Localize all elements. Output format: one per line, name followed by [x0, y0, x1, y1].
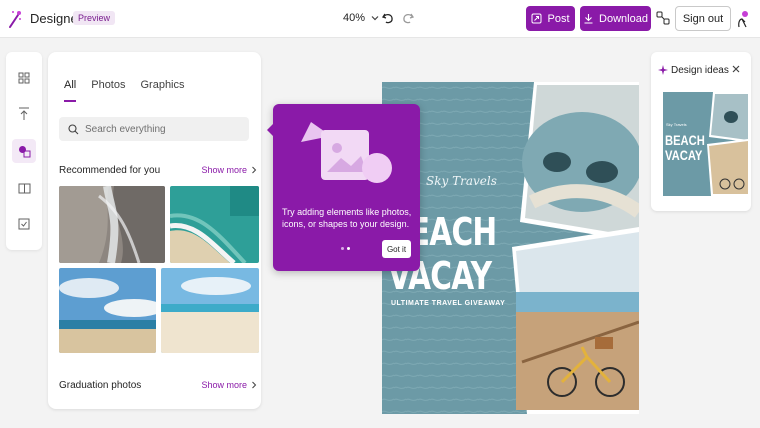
zoom-dropdown[interactable]: 40%	[343, 12, 380, 24]
designer-logo-icon	[9, 11, 21, 28]
design-ideas-title: Design ideas	[671, 65, 729, 76]
search-box[interactable]	[59, 117, 249, 141]
poster-subtitle: ULTIMATE TRAVEL GIVEAWAY	[391, 300, 506, 307]
design-idea-thumbnail[interactable]: Sky Travels BEACH VACAY	[663, 92, 748, 196]
tab-photos[interactable]: Photos	[91, 79, 125, 102]
idea-thumb-title1: BEACH	[665, 132, 705, 148]
photo-aerial-beach[interactable]	[170, 186, 259, 263]
elements-illustration	[301, 122, 392, 183]
download-button[interactable]: Download	[580, 6, 651, 31]
design-ideas-panel: Design ideas Sky Travels BEACH VACAY	[651, 52, 751, 211]
left-rail	[6, 52, 42, 250]
show-more-recommended[interactable]: Show more	[201, 165, 257, 175]
sparkle-icon	[658, 65, 668, 75]
sign-out-label: Sign out	[682, 12, 724, 25]
book-icon	[18, 183, 30, 194]
tab-all[interactable]: All	[64, 79, 77, 102]
rail-checklist[interactable]	[12, 212, 36, 236]
graduation-heading: Graduation photos	[59, 380, 142, 391]
photo-image	[161, 268, 259, 353]
design-canvas[interactable]: Sky Travels BEACH VACAY ULTIMATE TRAVEL …	[382, 82, 639, 414]
photo-image	[170, 186, 259, 263]
photo-image	[59, 268, 156, 353]
photo-beach-sky[interactable]	[59, 268, 156, 353]
idea-thumb-brand: Sky Travels	[666, 122, 687, 127]
onboarding-tooltip: Try adding elements like photos, icons, …	[267, 104, 420, 271]
top-bar: Designer Preview 40% Post Download Sign …	[0, 0, 760, 38]
close-icon[interactable]	[731, 64, 741, 74]
download-label: Download	[599, 12, 648, 25]
search-input[interactable]	[85, 123, 245, 135]
sign-out-button[interactable]: Sign out	[675, 6, 731, 31]
visuals-panel: All Photos Graphics Recommended for you …	[48, 52, 261, 409]
rail-templates[interactable]	[12, 66, 36, 90]
show-more-label: Show more	[201, 165, 247, 175]
photo-sandy-beach[interactable]	[161, 268, 259, 353]
tab-graphics[interactable]: Graphics	[140, 79, 184, 102]
preview-badge: Preview	[73, 11, 116, 25]
photo-image	[59, 186, 165, 263]
post-label: Post	[547, 12, 570, 25]
checklist-icon	[18, 218, 30, 230]
chevron-right-icon	[252, 166, 257, 174]
chevron-down-icon	[371, 16, 379, 21]
recommended-heading: Recommended for you	[59, 165, 161, 176]
rail-my-media[interactable]	[12, 176, 36, 200]
pager-dot	[341, 247, 344, 250]
tooltip-pager	[341, 247, 350, 250]
redo-icon[interactable]	[401, 10, 415, 26]
upload-icon	[19, 107, 29, 120]
show-more-label: Show more	[201, 380, 247, 390]
chevron-right-icon	[252, 381, 257, 389]
post-icon	[531, 13, 542, 24]
show-more-graduation[interactable]: Show more	[201, 380, 257, 390]
rail-visuals[interactable]	[12, 139, 36, 163]
undo-icon[interactable]	[381, 10, 395, 26]
rail-upload[interactable]	[12, 102, 36, 126]
visuals-icon	[18, 145, 30, 157]
idea-thumb-title2: VACAY	[665, 147, 703, 163]
pager-dot-active	[347, 247, 350, 250]
photo-rocky-shore[interactable]	[59, 186, 165, 263]
tooltip-text: Try adding elements like photos, icons, …	[282, 207, 412, 229]
post-button[interactable]: Post	[526, 6, 575, 31]
download-icon	[584, 14, 593, 24]
share-people-icon[interactable]	[656, 11, 670, 25]
zoom-value: 40%	[343, 12, 366, 24]
panel-tabs: All Photos Graphics	[64, 79, 185, 102]
search-icon	[68, 123, 79, 134]
poster-brand: Sky Travels	[426, 174, 497, 188]
got-it-button[interactable]: Got it	[382, 240, 411, 258]
templates-icon	[18, 72, 30, 84]
account-icon[interactable]	[736, 9, 750, 29]
